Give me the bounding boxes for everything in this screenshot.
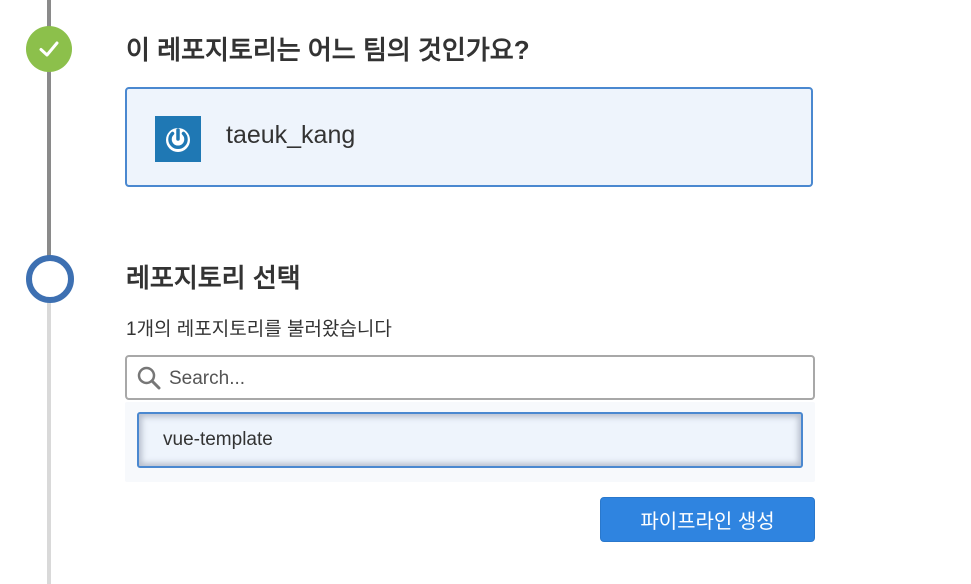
checkmark-icon [39, 41, 59, 57]
team-card-selected[interactable]: taeuk_kang [125, 87, 813, 187]
team-name: taeuk_kang [226, 121, 356, 149]
create-pipeline-button[interactable]: 파이프라인 생성 [600, 497, 815, 542]
repo-name: vue-template [163, 429, 273, 450]
search-icon [137, 366, 161, 390]
step-title-repo: 레포지토리 선택 [126, 263, 301, 293]
step-complete-indicator [26, 26, 72, 72]
step-title-team: 이 레포지토리는 어느 팀의 것인가요? [126, 35, 530, 65]
search-input[interactable] [167, 363, 801, 395]
repo-list-item[interactable]: vue-template [137, 412, 803, 468]
repo-list: vue-template [125, 402, 815, 482]
repo-loaded-count: 1개의 레포지토리를 불러왔습니다 [126, 319, 392, 340]
stepper-rail-pending [47, 270, 51, 584]
step-current-indicator [26, 255, 74, 303]
team-logo [155, 116, 201, 162]
power-icon [166, 128, 190, 152]
search-box[interactable] [125, 355, 815, 400]
